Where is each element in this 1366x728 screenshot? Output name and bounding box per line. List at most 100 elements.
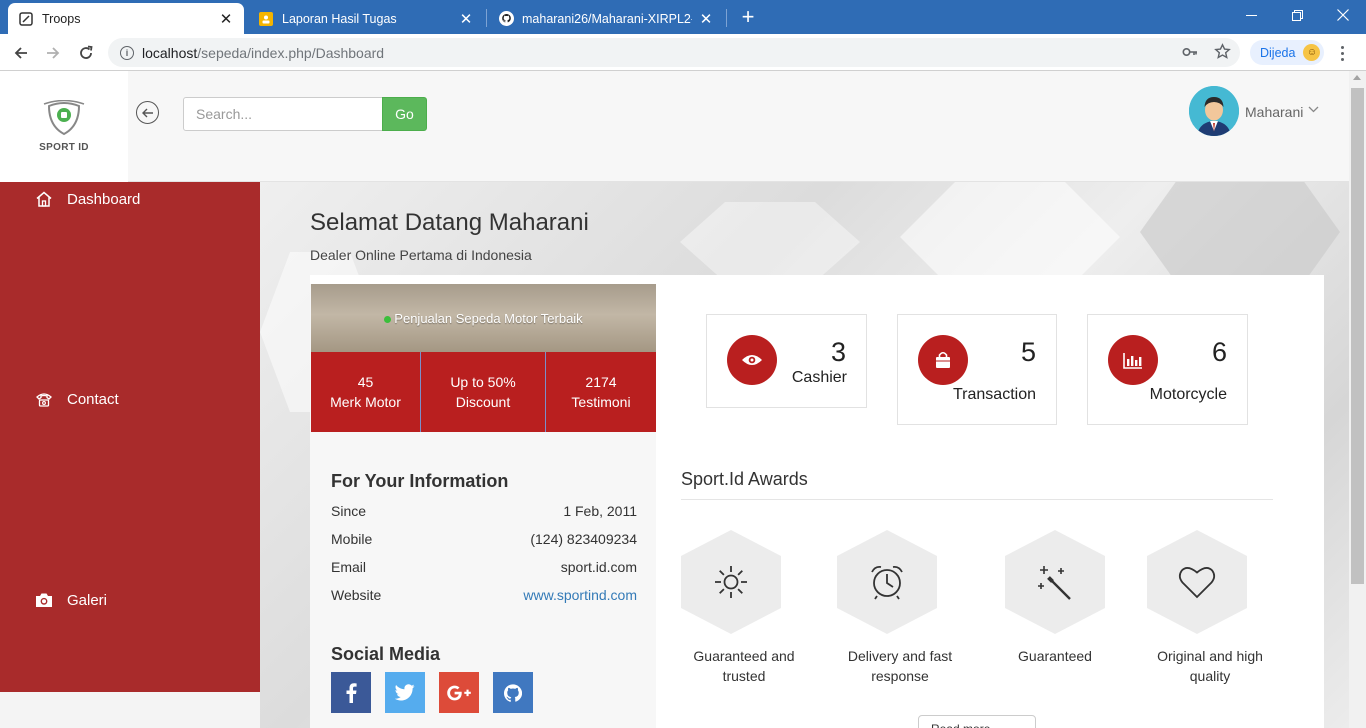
twitter-button[interactable] (385, 672, 425, 713)
shopping-bag-icon (918, 335, 968, 385)
page-viewport: SPORT ID Go Maharani Dashboar (0, 71, 1366, 728)
awards-title: Sport.Id Awards (681, 469, 808, 489)
close-window-button[interactable] (1320, 0, 1366, 30)
browser-tab-bar: Troops ✕ Laporan Hasil Tugas ✕ maharani2… (0, 0, 1366, 34)
stat-label: Cashier (791, 369, 847, 386)
logo[interactable]: SPORT ID (0, 71, 128, 182)
close-icon[interactable]: ✕ (458, 10, 474, 28)
stat-card-motorcycle[interactable]: 6 Motorcycle (1087, 314, 1248, 425)
promo-stat: 45 Merk Motor (311, 352, 421, 432)
promo-stat-value: Up to 50% (450, 374, 516, 390)
website-link[interactable]: www.sportind.com (523, 587, 637, 603)
browser-menu-icon[interactable] (1334, 42, 1350, 64)
restore-button[interactable] (1274, 0, 1320, 30)
tab-title: Troops (42, 11, 81, 26)
go-button[interactable]: Go (382, 97, 427, 131)
award-label-line: quality (1189, 668, 1231, 684)
arrow-left-icon (141, 108, 153, 117)
info-title: For Your Information (331, 471, 509, 491)
address-bar[interactable]: i localhost /sepeda/index.php/Dashboard (108, 38, 1240, 67)
scrollbar[interactable] (1349, 71, 1366, 728)
info-label: Mobile (331, 531, 373, 547)
home-icon (34, 189, 54, 209)
avatar[interactable] (1189, 86, 1239, 136)
app-header: SPORT ID Go Maharani (0, 71, 1349, 182)
browser-toolbar: i localhost /sepeda/index.php/Dashboard … (0, 34, 1366, 71)
info-row: Mobile (124) 823409234 (331, 531, 637, 547)
github-favicon-icon (498, 11, 514, 27)
troops-favicon-icon (18, 11, 34, 27)
url-host: localhost (142, 44, 198, 61)
twitter-icon (395, 684, 415, 701)
info-label: Since (331, 503, 367, 519)
facebook-button[interactable] (331, 672, 371, 713)
info-label: Email (331, 559, 367, 575)
close-icon[interactable]: ✕ (698, 10, 714, 28)
tab-title: maharani26/Maharani-XIRPL2-22 (522, 11, 692, 26)
stat-card-transaction[interactable]: 5 Transaction (897, 314, 1057, 425)
forward-button[interactable] (40, 40, 66, 66)
stat-value: 3 (830, 337, 846, 367)
sidebar-item-label: Dashboard (67, 190, 141, 208)
tab-separator (486, 9, 487, 27)
facebook-icon (346, 682, 357, 703)
search-input[interactable] (183, 97, 383, 131)
sidebar-item-contact[interactable]: Contact (34, 389, 119, 409)
phone-icon (34, 389, 54, 409)
promo-banner-text: Penjualan Sepeda Motor Terbaik (394, 310, 583, 326)
promo-stats: 45 Merk Motor Up to 50% Discount 2174 Te… (311, 352, 656, 432)
back-button[interactable] (8, 40, 34, 66)
google-plus-button[interactable] (439, 672, 479, 713)
award-label-line: Original and high (1157, 648, 1263, 664)
slides-favicon-icon (258, 11, 274, 27)
stat-value: 5 (1020, 337, 1036, 367)
info-row: Since 1 Feb, 2011 (331, 503, 637, 519)
status-dot-icon (384, 315, 392, 323)
github-button[interactable] (493, 672, 533, 713)
profile-chip[interactable]: Dijeda ☺ (1250, 40, 1324, 65)
award-label-line: Delivery and fast (847, 648, 953, 664)
award-label-line: Guaranteed and (693, 648, 795, 664)
sidebar-item-dashboard[interactable]: Dashboard (34, 189, 140, 209)
read-more-button[interactable]: Read more (918, 715, 1036, 728)
logo-text: SPORT ID (39, 142, 89, 153)
profile-emoji-icon: ☺ (1303, 44, 1321, 61)
tab-laporan[interactable]: Laporan Hasil Tugas ✕ (248, 3, 484, 34)
scroll-up-icon[interactable] (1353, 75, 1361, 80)
promo-stat: 2174 Testimoni (546, 352, 656, 432)
tab-troops[interactable]: Troops ✕ (8, 3, 244, 34)
sidebar-item-galeri[interactable]: Galeri (34, 590, 107, 610)
info-row: Website www.sportind.com (331, 587, 637, 603)
close-icon[interactable]: ✕ (218, 10, 234, 28)
chevron-down-icon[interactable] (1308, 104, 1319, 116)
eye-icon (727, 335, 777, 385)
key-icon[interactable] (1182, 45, 1198, 62)
minimize-button[interactable] (1228, 0, 1274, 30)
promo-stat-value: 45 (357, 374, 374, 390)
stat-value: 6 (1211, 337, 1227, 367)
divider (681, 499, 1273, 500)
promo-stat: Up to 50% Discount (421, 352, 546, 432)
stat-label: Transaction (953, 386, 1036, 403)
toggle-sidebar-button[interactable] (136, 101, 159, 124)
star-icon[interactable] (1214, 43, 1231, 63)
user-name[interactable]: Maharani (1245, 104, 1303, 120)
new-tab-button[interactable]: + (736, 5, 760, 29)
tab-github[interactable]: maharani26/Maharani-XIRPL2-22 ✕ (488, 3, 724, 34)
scrollbar-thumb[interactable] (1351, 88, 1364, 584)
award-label: Guaranteed and trusted (674, 646, 814, 686)
tab-separator (726, 9, 727, 27)
award-label-line: response (871, 668, 929, 684)
sidebar: Dashboard Contact Galeri (0, 182, 260, 692)
award-label: Delivery and fast response (830, 646, 970, 686)
promo-stat-value: 2174 (585, 374, 617, 390)
promo-stat-label: Merk Motor (330, 394, 401, 410)
stat-card-cashier[interactable]: 3 Cashier (706, 314, 867, 408)
info-label: Website (331, 587, 382, 603)
info-icon[interactable]: i (120, 45, 134, 60)
reload-button[interactable] (73, 40, 99, 66)
url-path: /sepeda/index.php/Dashboard (197, 44, 385, 61)
promo-stat-label: Discount (455, 394, 511, 410)
bar-chart-icon (1108, 335, 1158, 385)
google-plus-icon (447, 685, 471, 700)
